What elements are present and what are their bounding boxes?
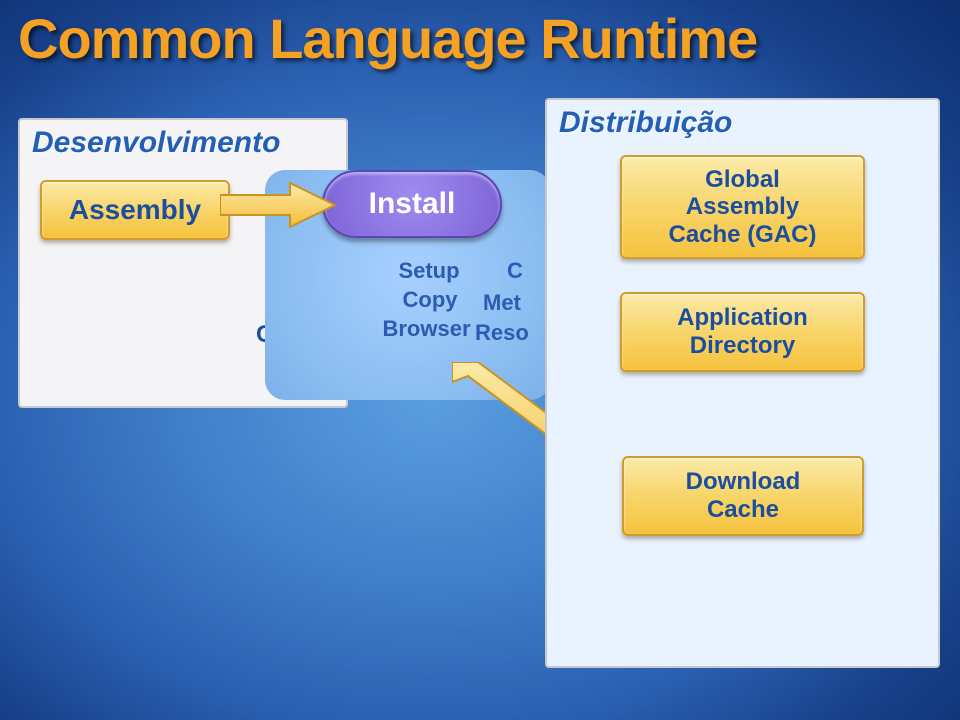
- box-assembly: Assembly: [40, 180, 230, 240]
- box-application-directory: Application Directory: [620, 292, 865, 372]
- gac-line3: Cache (GAC): [668, 221, 816, 249]
- install-copy: Copy: [400, 287, 460, 313]
- arrow-assembly-to-install: [220, 180, 340, 230]
- box-download-cache: Download Cache: [622, 456, 864, 536]
- appdir-line1: Application: [677, 304, 808, 332]
- gac-line1: Global: [668, 166, 816, 194]
- pill-install-label: Install: [369, 187, 456, 221]
- install-frag-met: Met: [483, 290, 521, 316]
- install-setup: Setup: [394, 258, 464, 284]
- install-frag-reso: Reso: [475, 320, 529, 346]
- appdir-line2: Directory: [677, 332, 808, 360]
- download-line2: Cache: [686, 496, 801, 524]
- panel-development-title: Desenvolvimento: [20, 120, 346, 160]
- download-line1: Download: [686, 468, 801, 496]
- box-gac: Global Assembly Cache (GAC): [620, 155, 865, 259]
- panel-distribution-title: Distribuição: [547, 100, 938, 140]
- install-frag-c: C: [507, 258, 523, 284]
- slide-title: Common Language Runtime: [18, 6, 757, 71]
- pill-install: Install: [322, 170, 502, 238]
- gac-line2: Assembly: [668, 193, 816, 221]
- install-browser: Browser: [374, 316, 479, 342]
